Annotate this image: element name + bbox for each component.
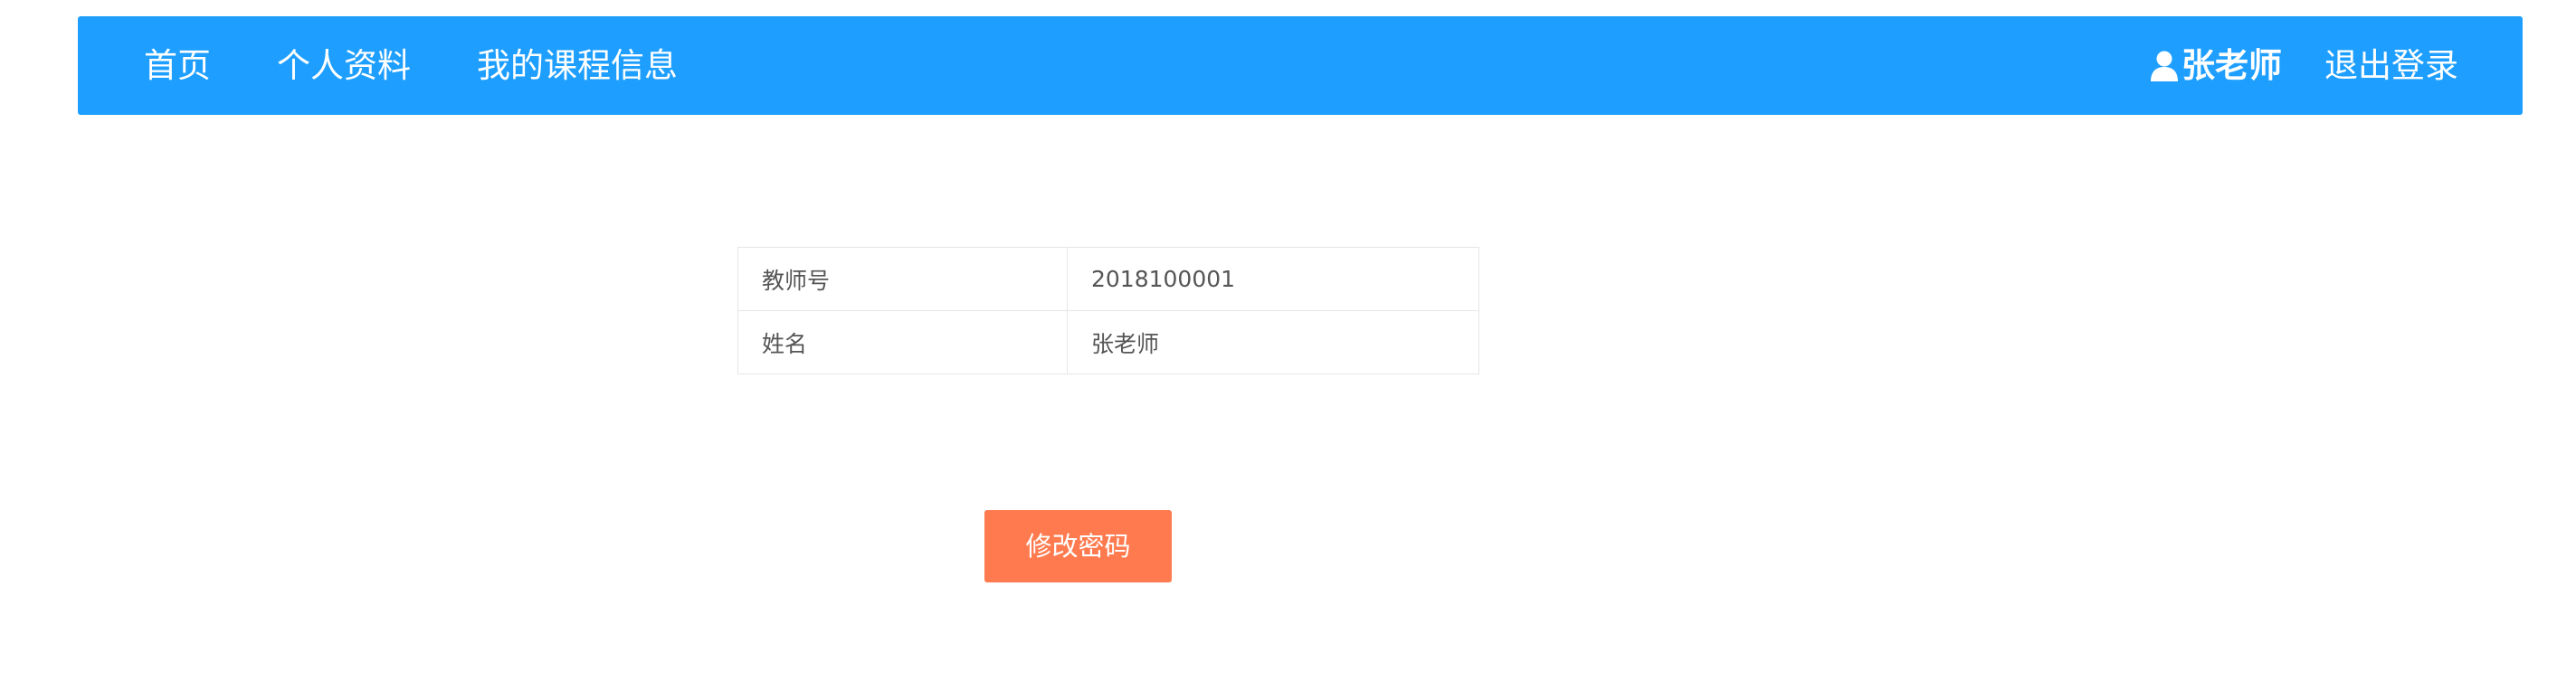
user-menu[interactable]: 张老师 [2151, 16, 2282, 115]
teacher-id-label: 教师号 [737, 247, 1068, 311]
logout-link[interactable]: 退出登录 [2324, 16, 2458, 115]
nav-link-my-courses[interactable]: 我的课程信息 [477, 16, 678, 115]
nav-link-home[interactable]: 首页 [144, 16, 211, 115]
table-row-teacher-id: 教师号 2018100001 [737, 247, 1479, 311]
teacher-info-table: 教师号 2018100001 姓名 张老师 [737, 247, 1479, 374]
table-row-name: 姓名 张老师 [737, 310, 1479, 374]
nav-link-profile[interactable]: 个人资料 [277, 16, 411, 115]
page: 首页 个人资料 我的课程信息 张老师 退出登录 教师号 2018100001 姓… [0, 0, 2576, 681]
teacher-id-value: 2018100001 [1067, 247, 1479, 311]
nav-left-group: 首页 个人资料 我的课程信息 [144, 16, 744, 115]
nav-right-group: 张老师 退出登录 [2151, 16, 2458, 115]
user-icon [2151, 51, 2178, 81]
name-value: 张老师 [1067, 310, 1479, 374]
name-label: 姓名 [737, 310, 1068, 374]
top-navbar: 首页 个人资料 我的课程信息 张老师 退出登录 [78, 16, 2523, 115]
user-name: 张老师 [2182, 46, 2282, 85]
change-password-button[interactable]: 修改密码 [984, 510, 1172, 582]
